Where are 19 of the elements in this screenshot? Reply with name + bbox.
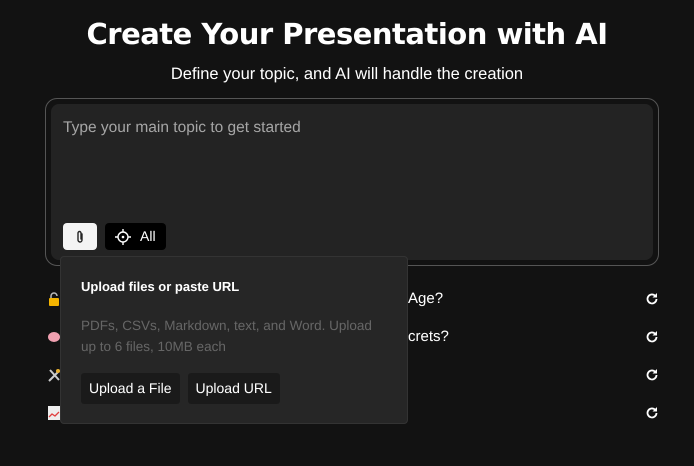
scope-button[interactable]: All [105,223,166,250]
topic-field[interactable]: Type your main topic to get started All [51,104,653,260]
upload-button[interactable]: Upload URL [188,372,280,404]
refresh-button[interactable] [645,330,659,344]
refresh-button[interactable] [645,292,659,306]
paperclip-icon [75,230,85,244]
page-subtitle: Define your topic, and AI will handle the creation [170,64,524,84]
refresh-button[interactable] [645,368,659,382]
refresh-button[interactable] [645,406,659,420]
upload-button[interactable]: Upload a File [81,372,180,404]
suggestion-text[interactable]: Age? [408,288,645,310]
suggestion-text[interactable]: crets? [408,326,645,348]
attach-button[interactable] [63,223,97,250]
target-icon [115,228,131,244]
popover-title: Upload files or paste URL [81,278,240,296]
chart-icon [48,406,60,420]
page-title: Create Your Presentation with AI [85,16,609,52]
lock-icon [48,292,60,306]
popover-description: PDFs, CSVs, Markdown, text, and Word. Upload up to 6 files, 10MB each [81,316,373,356]
